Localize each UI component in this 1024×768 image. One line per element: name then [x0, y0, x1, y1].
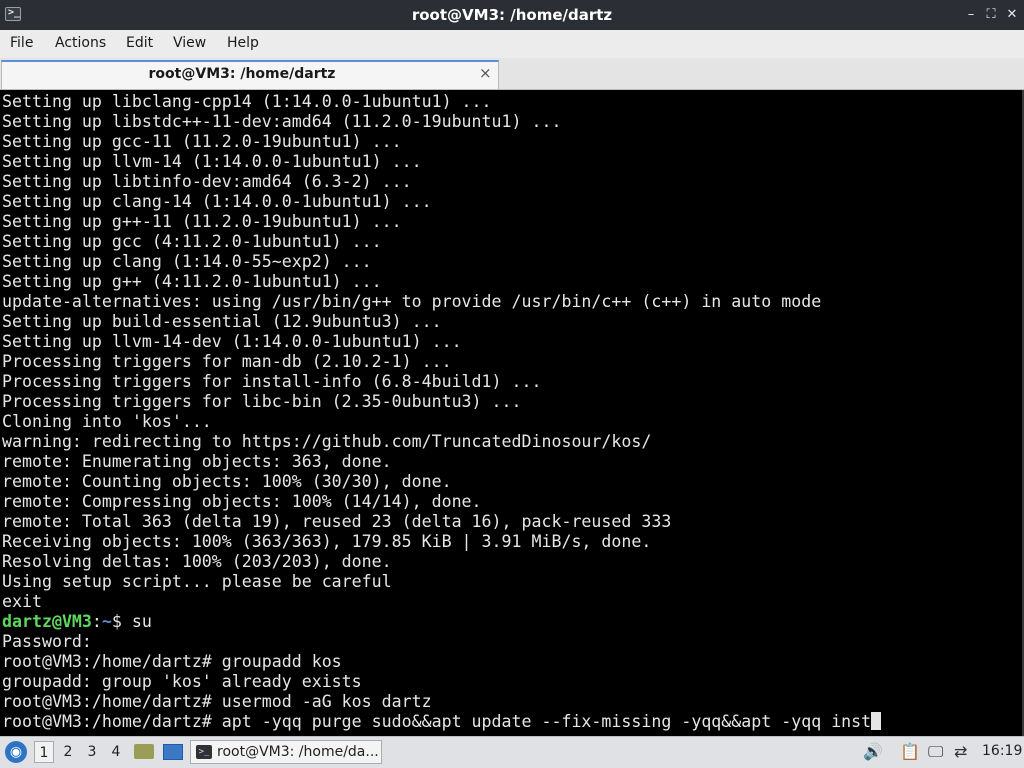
prompt-symbol: $	[111, 612, 132, 631]
window-title-bar[interactable]: >_ root@VM3: /home/dartz – ⛶ ✕	[0, 0, 1024, 30]
start-menu-icon[interactable]: ◉	[5, 741, 27, 763]
maximize-button[interactable]: ⛶	[982, 6, 1000, 24]
taskbar: ◉ 1 2 3 4 >_ root@VM3: /home/da... 🔊 📋 🖵…	[0, 736, 1024, 768]
tab-bar: root@VM3: /home/dartz ×	[0, 58, 1024, 90]
prompt-command: su	[131, 612, 152, 631]
terminal-line: Setting up gcc (4:11.2.0-1ubuntu1) ...	[2, 232, 382, 251]
terminal-line: Setting up llvm-14-dev (1:14.0.0-1ubuntu…	[2, 332, 462, 351]
menu-edit[interactable]: Edit	[126, 35, 153, 51]
terminal-line: Cloning into 'kos'...	[2, 412, 212, 431]
terminal-line: remote: Total 363 (delta 19), reused 23 …	[2, 512, 672, 531]
terminal-line: Setting up gcc-11 (11.2.0-19ubuntu1) ...	[2, 132, 402, 151]
terminal-line: Setting up g++-11 (11.2.0-19ubuntu1) ...	[2, 212, 402, 231]
terminal-line: update-alternatives: using /usr/bin/g++ …	[2, 292, 822, 311]
terminal-line: root@VM3:/home/dartz# usermod -aG kos da…	[2, 692, 432, 711]
terminal-line: groupadd: group 'kos' already exists	[2, 672, 362, 691]
terminal-line: Password:	[2, 632, 92, 651]
workspace-2[interactable]: 2	[58, 741, 78, 763]
tab-terminal[interactable]: root@VM3: /home/dartz ×	[1, 60, 499, 89]
terminal-line: Setting up g++ (4:11.2.0-1ubuntu1) ...	[2, 272, 382, 291]
terminal-output[interactable]: Setting up libclang-cpp14 (1:14.0.0-1ubu…	[0, 90, 1024, 736]
menu-bar: File Actions Edit View Help	[0, 30, 1024, 58]
terminal-line: warning: redirecting to https://github.c…	[2, 432, 652, 451]
prompt-colon: :	[91, 612, 102, 631]
display-icon[interactable]: 🖵	[928, 742, 943, 762]
close-button[interactable]: ✕	[1003, 6, 1021, 24]
terminal-line: Setting up clang (1:14.0-55~exp2) ...	[2, 252, 372, 271]
workspace-3[interactable]: 3	[82, 741, 102, 763]
terminal-line: Using setup script... please be careful	[2, 572, 392, 591]
text-cursor	[871, 712, 882, 730]
prompt-user-host: dartz@VM3	[2, 612, 92, 631]
terminal-line: Receiving objects: 100% (363/363), 179.8…	[2, 532, 652, 551]
prompt-dir: ~	[101, 612, 112, 631]
minimize-button[interactable]: –	[962, 6, 980, 24]
taskbar-terminal-task[interactable]: >_ root@VM3: /home/da...	[190, 740, 382, 764]
terminal-line: root@VM3:/home/dartz# groupadd kos	[2, 652, 342, 671]
task-label: root@VM3: /home/da...	[217, 744, 379, 760]
network-icon[interactable]: ⇄	[954, 742, 967, 761]
terminal-line: remote: Compressing objects: 100% (14/14…	[2, 492, 482, 511]
terminal-line: Processing triggers for man-db (2.10.2-1…	[2, 352, 452, 371]
terminal-icon: >_	[196, 745, 212, 759]
show-desktop-icon[interactable]	[163, 744, 183, 760]
menu-help[interactable]: Help	[227, 35, 259, 51]
terminal-line: Setting up clang-14 (1:14.0.0-1ubuntu1) …	[2, 192, 432, 211]
terminal-line: remote: Enumerating objects: 363, done.	[2, 452, 392, 471]
volume-icon[interactable]: 🔊	[863, 742, 883, 761]
workspace-1[interactable]: 1	[34, 741, 54, 763]
window-title: root@VM3: /home/dartz	[411, 6, 613, 24]
terminal-line: exit	[2, 592, 42, 611]
terminal-line: Setting up libtinfo-dev:amd64 (6.3-2) ..…	[2, 172, 412, 191]
menu-view[interactable]: View	[173, 35, 206, 51]
terminal-current-line[interactable]: root@VM3:/home/dartz# apt -yqq purge sud…	[2, 712, 871, 731]
menu-file[interactable]: File	[10, 35, 33, 51]
workspace-4[interactable]: 4	[106, 741, 126, 763]
clipboard-icon[interactable]: 📋	[900, 742, 920, 761]
tab-close-icon[interactable]: ×	[479, 64, 492, 82]
terminal-line: Setting up libstdc++-11-dev:amd64 (11.2.…	[2, 112, 562, 131]
menu-actions[interactable]: Actions	[55, 35, 106, 51]
terminal-line: Setting up libclang-cpp14 (1:14.0.0-1ubu…	[2, 92, 492, 111]
clock: 16:19	[982, 743, 1023, 759]
terminal-line: Processing triggers for libc-bin (2.35-0…	[2, 392, 522, 411]
terminal-line: Resolving deltas: 100% (203/203), done.	[2, 552, 392, 571]
terminal-line: Setting up build-essential (12.9ubuntu3)…	[2, 312, 442, 331]
terminal-line: remote: Counting objects: 100% (30/30), …	[2, 472, 452, 491]
terminal-line: Processing triggers for install-info (6.…	[2, 372, 542, 391]
file-manager-icon[interactable]	[134, 744, 154, 759]
tab-label: root@VM3: /home/dartz	[148, 66, 336, 82]
terminal-line: Setting up llvm-14 (1:14.0.0-1ubuntu1) .…	[2, 152, 422, 171]
